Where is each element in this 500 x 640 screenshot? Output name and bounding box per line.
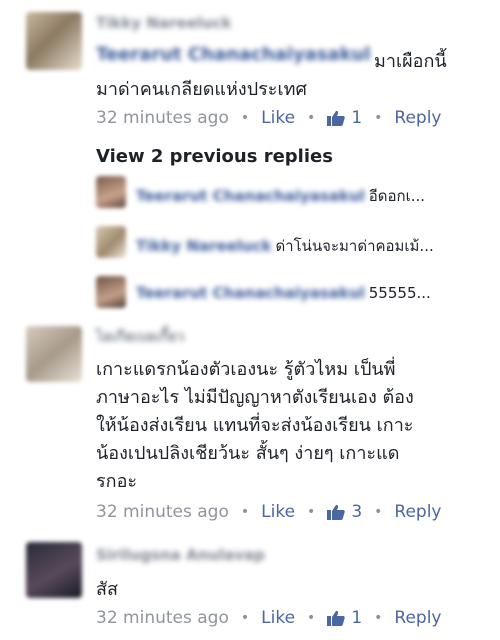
reply-author-name[interactable]: Teerarut Chanachaiyasakul <box>136 187 365 205</box>
comment-text-line: น้องเปนปลิงเชียว้นะ สั้นๆ ง่ายๆ เกาะแด <box>96 443 400 464</box>
mentioned-user-name[interactable]: Teerarut Chanachaiyasakul <box>96 44 371 65</box>
comment-author-name[interactable]: Sirilugsna Anulavap <box>96 546 265 564</box>
like-count[interactable]: 3 <box>327 502 362 522</box>
separator-dot: • <box>307 504 316 520</box>
thumbs-up-icon <box>327 504 346 520</box>
comment-text: มาเผือกนี้ <box>374 51 447 72</box>
comment-time: 32 minutes ago <box>96 108 229 128</box>
comment-author-name[interactable]: ไอเกียเบอเกี้ยว <box>96 326 184 348</box>
reply-author-name[interactable]: Tikky Nareeluck <box>136 237 271 255</box>
thumbs-up-icon <box>327 610 346 626</box>
like-count[interactable]: 1 <box>327 108 362 128</box>
avatar[interactable] <box>96 226 126 258</box>
comment-meta: 32 minutes ago • Like • 1 • Reply <box>96 608 442 628</box>
comment-text: มาด่าคนเกลียดแห่งประเทศ <box>96 79 307 100</box>
like-button[interactable]: Like <box>261 108 295 128</box>
separator-dot: • <box>240 504 250 520</box>
comment-text-line: เกาะแดรกน้องตัวเองนะ รู้ตัวไหม เป็นพี่ <box>96 359 396 380</box>
reply-row[interactable]: Teerarut Chanachaiyasakul อีดอกเ... <box>136 184 425 208</box>
reply-row[interactable]: Teerarut Chanachaiyasakul 55555... <box>136 284 431 302</box>
reply-row[interactable]: Tikky Nareeluck ด่าโน่นจะมาด่าคอมเม้... <box>136 234 434 258</box>
reply-text: อีดอกเ... <box>368 187 426 205</box>
thumbs-up-icon <box>327 110 346 126</box>
separator-dot: • <box>374 110 383 126</box>
separator-dot: • <box>374 610 383 626</box>
comment-author-name[interactable]: Tikky Nareeluck <box>96 14 231 32</box>
like-count-number: 1 <box>351 608 363 628</box>
separator-dot: • <box>240 110 250 126</box>
reply-text: ด่าโน่นจะมาด่าคอมเม้... <box>275 237 434 255</box>
reply-text: 55555... <box>368 284 431 302</box>
avatar[interactable] <box>26 542 82 598</box>
separator-dot: • <box>240 610 250 626</box>
like-count-number: 3 <box>351 502 363 522</box>
reply-button[interactable]: Reply <box>394 608 441 628</box>
comment-meta: 32 minutes ago • Like • 1 • Reply <box>96 108 442 128</box>
avatar[interactable] <box>96 276 126 308</box>
comment-time: 32 minutes ago <box>96 608 229 628</box>
separator-dot: • <box>307 110 316 126</box>
reply-author-name[interactable]: Teerarut Chanachaiyasakul <box>136 284 365 302</box>
like-button[interactable]: Like <box>261 502 295 522</box>
comment-text-line: ภาษาอะไร ไม่มีปัญญาหาตังเรียนเอง ต้อง <box>96 387 414 408</box>
comment-text: สัส <box>96 579 118 600</box>
reply-button[interactable]: Reply <box>394 108 441 128</box>
comment-meta: 32 minutes ago • Like • 3 • Reply <box>96 502 442 522</box>
comment-time: 32 minutes ago <box>96 502 229 522</box>
comment-text-line: ให้น้องส่งเรียน แทนที่จะส่งน้องเรียน เกา… <box>96 415 414 436</box>
like-count-number: 1 <box>351 108 363 128</box>
reply-button[interactable]: Reply <box>394 502 441 522</box>
separator-dot: • <box>374 504 383 520</box>
like-count[interactable]: 1 <box>327 608 362 628</box>
avatar[interactable] <box>26 326 82 382</box>
avatar[interactable] <box>26 12 82 70</box>
separator-dot: • <box>307 610 316 626</box>
avatar[interactable] <box>96 176 126 208</box>
like-button[interactable]: Like <box>261 608 295 628</box>
comment-text-line: รกอะ <box>96 471 138 492</box>
view-previous-replies-link[interactable]: View 2 previous replies <box>96 146 333 167</box>
